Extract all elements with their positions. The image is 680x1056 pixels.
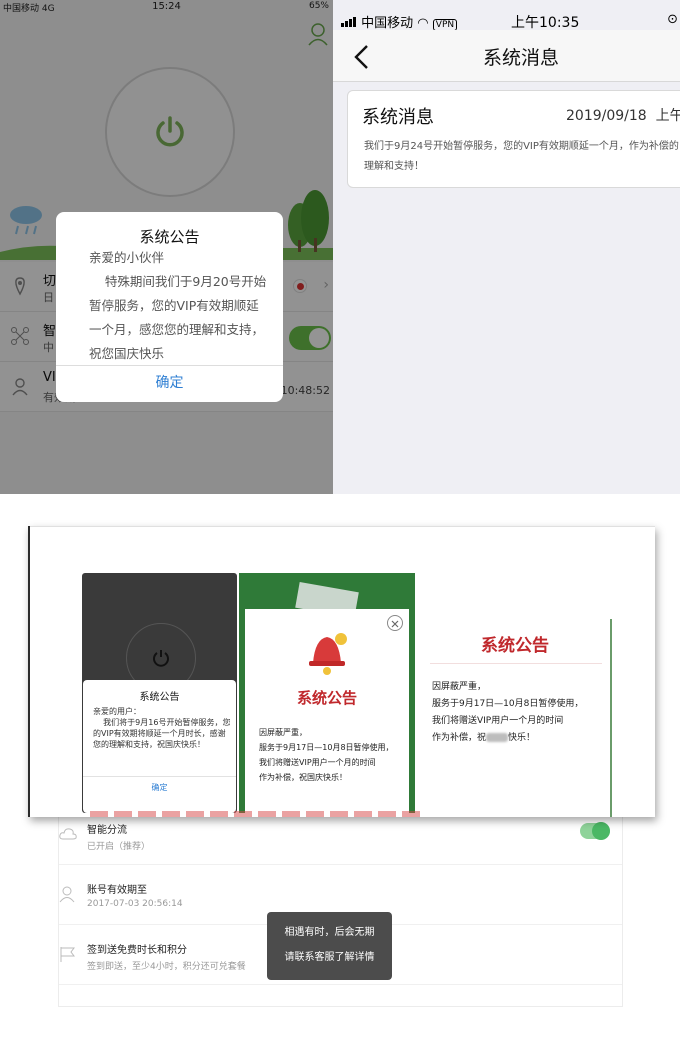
dialog-greeting: 亲爱的小伙伴: [89, 250, 165, 265]
notice-title: 系统公告: [481, 636, 549, 656]
cropped-red-text-strip: [90, 811, 420, 817]
notice-panel-green: 系统公告 因屏蔽严重， 服务于9月17日—10月8日暂停使用， 我们将赠送VIP…: [239, 573, 415, 813]
signal-bars-icon: [341, 17, 356, 27]
page-title: 系统消息: [483, 47, 560, 69]
divider: [30, 526, 655, 527]
dialog-body: 亲爱的小伙伴 特殊期间我们于9月20号开始暂停服务，您的VIP有效期顺延一个月，…: [89, 246, 271, 366]
notice-line: 因屏蔽严重，: [259, 728, 307, 737]
system-notice-dialog: 系统公告 亲爱的小伙伴 特殊期间我们于9月20号开始暂停服务，您的VIP有效期顺…: [56, 212, 283, 402]
confirm-button[interactable]: 确定: [83, 782, 236, 793]
message-title: 系统消息: [362, 107, 434, 128]
toast-line: 相遇有时，后会无期: [284, 927, 375, 938]
dialog-title: 系统公告: [139, 692, 180, 703]
notice-body: 因屏蔽严重， 服务于9月17日—10月8日暂停使用， 我们将赠送VIP用户一个月…: [432, 679, 608, 747]
status-bar: 中国移动 ◠ VPN 上午10:35 ⊙: [333, 10, 680, 31]
dialog-message: 我们将于9月16号开始暂停服务，您的VIP有效期将顺延一个月时长，感谢您的理解和…: [93, 718, 231, 749]
notice-line: 作为补偿，祝国庆快乐！: [259, 773, 347, 782]
alarm-icon: ⊙: [667, 12, 678, 27]
redacted-blur: [486, 733, 509, 742]
notice-panel-dark: 系统公告 亲爱的用户： 我们将于9月16号开始暂停服务，您的VIP有效期将顺延一…: [82, 573, 237, 813]
notice-line: 服务于9月17日—10月8日暂停使用，: [432, 699, 584, 709]
smart-split-toggle[interactable]: [580, 822, 610, 840]
toast-line: 请联系客服了解详情: [284, 952, 375, 963]
dialog-greeting: 亲爱的用户：: [93, 707, 141, 716]
row-title: 签到送免费时长和积分: [87, 945, 187, 956]
user-icon: [59, 886, 75, 903]
notice-line: 我们将赠送VIP用户一个月的时间: [432, 716, 564, 726]
cloud-icon: [59, 828, 77, 840]
toast-message: 相遇有时，后会无期 请联系客服了解详情: [267, 912, 392, 980]
system-notice-dialog: 系统公告 亲爱的用户： 我们将于9月16号开始暂停服务，您的VIP有效期将顺延一…: [83, 680, 236, 813]
message-body: 我们于9月24号开始暂停服务，您的VIP有效期顺延一个月，作为补偿的理解和支持！: [364, 141, 679, 172]
notice-title: 系统公告: [296, 689, 357, 707]
clock-label: 上午10:35: [511, 15, 580, 31]
notice-card: 系统公告 因屏蔽严重， 服务于9月17日—10月8日暂停使用， 我们将赠送VIP…: [245, 609, 409, 813]
divider: [83, 776, 236, 777]
notice-body: 因屏蔽严重， 服务于9月17日—10月8日暂停使用， 我们将赠送VIP用户一个月…: [259, 725, 405, 785]
carrier-label: 中国移动: [361, 16, 414, 31]
message-ampm: 上午: [655, 108, 680, 124]
row-subtitle: 2017-07-03 20:56:14: [87, 899, 183, 909]
flag-icon: [60, 947, 75, 962]
power-icon: [153, 650, 169, 667]
close-icon[interactable]: [387, 615, 403, 631]
notice-text: 快乐！: [508, 733, 536, 743]
wifi-icon: ◠: [417, 16, 429, 31]
bell-icon: [309, 633, 347, 675]
back-arrow-icon[interactable]: [353, 44, 371, 70]
app-settings-screenshot: 智能分流 已开启（推荐） 账号有效期至 2017-07-03 20:56:14 …: [0, 494, 680, 1056]
phone-screenshot-a: 中国移动 4G 15:24 65% 切 日 › 智 中 VI 10:48:52 …: [0, 0, 333, 494]
notice-line: 作为补偿，祝 快乐！: [432, 730, 608, 747]
confirm-button[interactable]: 确定: [56, 365, 283, 402]
phone-screenshot-b: 中国移动 ◠ VPN 上午10:35 ⊙ 系统消息 系统消息 2019/09/1…: [333, 0, 680, 494]
dialog-message: 特殊期间我们于9月20号开始暂停服务，您的VIP有效期顺延一个月，感您您的理解和…: [89, 274, 267, 361]
row-subtitle: 签到即送，至少4小时，积分还可兑套餐: [87, 962, 246, 972]
message-card[interactable]: 系统消息 2019/09/18 上午 我们于9月24号开始暂停服务，您的VIP有…: [347, 90, 680, 188]
navigation-bar: 系统消息: [333, 30, 680, 82]
message-date: 2019/09/18: [566, 108, 647, 124]
notice-collage: 系统公告 亲爱的用户： 我们将于9月16号开始暂停服务，您的VIP有效期将顺延一…: [28, 526, 655, 817]
notice-panel-white: 系统公告 因屏蔽严重， 服务于9月17日—10月8日暂停使用， 我们将赠送VIP…: [420, 619, 612, 817]
dialog-title: 系统公告: [139, 228, 200, 246]
row-subtitle: 已开启（推荐）: [87, 842, 151, 852]
notice-line: 因屏蔽严重，: [432, 682, 487, 692]
divider: [430, 663, 602, 664]
notice-line: 服务于9月17日—10月8日暂停使用，: [259, 743, 394, 752]
row-title: 智能分流: [87, 825, 127, 836]
row-title: 账号有效期至: [87, 885, 147, 896]
notice-text: 作为补偿，祝: [432, 733, 487, 743]
notice-line: 我们将赠送VIP用户一个月的时间: [259, 758, 376, 767]
